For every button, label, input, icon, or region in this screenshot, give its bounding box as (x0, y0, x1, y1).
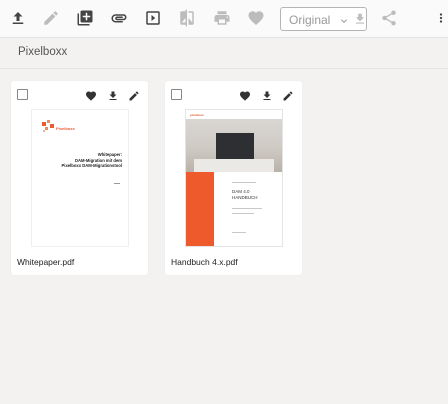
divider (114, 183, 120, 184)
edit-icon[interactable] (41, 8, 61, 28)
desk-image (194, 159, 274, 172)
download-icon[interactable] (260, 89, 273, 102)
print-icon[interactable] (212, 8, 232, 28)
thumbnail-logo-text: pixelboxx (190, 113, 204, 117)
thumbnail[interactable]: Pixelboxx Whitepaper: DAM-Migration mit … (31, 109, 129, 247)
divider (232, 182, 256, 183)
thumbnail-title-line: Pixelboxx DAM-Migrationstool (61, 163, 123, 168)
favorite-icon[interactable] (84, 89, 97, 102)
edit-icon[interactable] (281, 89, 294, 102)
edit-icon[interactable] (127, 89, 140, 102)
upload-icon[interactable] (8, 8, 28, 28)
thumbnail-title: Whitepaper: DAM-Migration mit dem Pixelb… (42, 152, 123, 169)
toolbar: Original (0, 0, 448, 38)
format-select-value: Original (289, 13, 331, 27)
divider (232, 213, 254, 214)
monitor-image (216, 133, 254, 159)
breadcrumb[interactable]: Pixelboxx (18, 46, 67, 58)
breadcrumb-bar: Pixelboxx (0, 39, 448, 69)
slideshow-icon[interactable] (143, 8, 163, 28)
thumbnail-logo-text: Pixelboxx (56, 126, 75, 131)
cover-accent-band (186, 172, 214, 246)
more-vertical-icon[interactable] (434, 8, 448, 28)
attachment-icon[interactable] (109, 8, 129, 28)
thumbnail-title: DAM 4.0 HANDBUCH (232, 189, 258, 201)
asset-card[interactable]: Pixelboxx Whitepaper: DAM-Migration mit … (11, 81, 148, 275)
download-icon[interactable] (353, 12, 367, 26)
asset-card[interactable]: pixelboxx DAM 4.0 HANDBUCH Handbuch 4.x.… (165, 81, 302, 275)
divider (232, 232, 246, 233)
asset-filename[interactable]: Whitepaper.pdf (17, 257, 74, 267)
add-to-collection-icon[interactable] (75, 8, 95, 28)
thumbnail-photo (186, 119, 282, 172)
chevron-down-icon (338, 14, 350, 26)
download-icon[interactable] (106, 89, 119, 102)
select-checkbox[interactable] (171, 89, 182, 100)
thumbnail-title-line: HANDBUCH (232, 195, 258, 200)
favorite-icon[interactable] (238, 89, 251, 102)
select-checkbox[interactable] (17, 89, 28, 100)
compare-icon[interactable] (177, 8, 197, 28)
asset-filename[interactable]: Handbuch 4.x.pdf (171, 257, 238, 267)
format-select[interactable]: Original (280, 7, 367, 31)
thumbnail[interactable]: pixelboxx DAM 4.0 HANDBUCH (185, 109, 283, 247)
divider (232, 208, 262, 209)
favorite-icon[interactable] (246, 8, 266, 28)
share-icon[interactable] (379, 8, 399, 28)
